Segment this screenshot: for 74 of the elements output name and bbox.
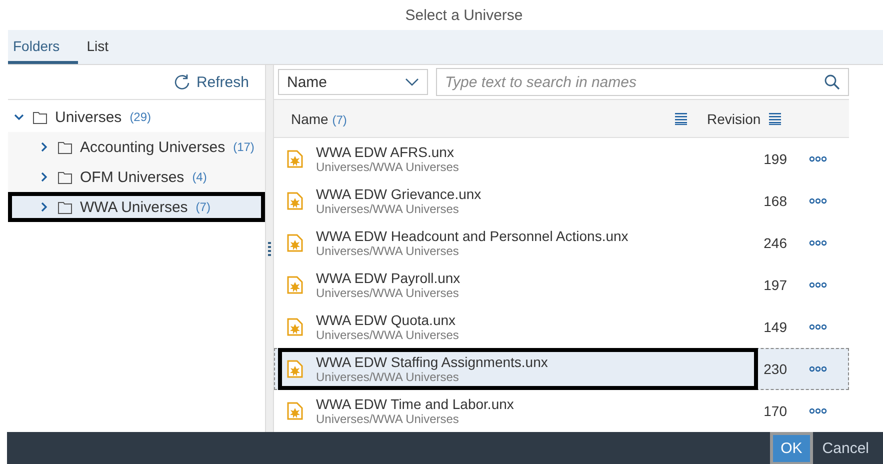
item-count: (4) [192,170,207,184]
tree-item[interactable]: Universes (29) [8,102,265,132]
revision-cell-text: 199 [762,151,787,167]
more-icon[interactable] [809,156,827,162]
folder-label: Universes [55,108,122,126]
revision-cell-text: 170 [762,403,787,419]
more-icon[interactable] [809,282,827,288]
universe-name: WWA EDW AFRS.unx [316,144,455,160]
tab[interactable]: Folders [8,30,78,64]
refresh-button[interactable]: Refresh [168,72,255,92]
chevron-down-icon [405,77,419,87]
universe-name: WWA EDW Quota.unx [316,312,457,328]
table-row[interactable]: WWA EDW Time and Labor.unx Universes/WWA Universes 170 [274,390,849,432]
folder-icon [58,200,72,214]
universe-file-icon [287,318,303,336]
search-icon[interactable] [824,74,840,90]
folder-icon [33,110,47,124]
universe-name: WWA EDW Staffing Assignments.unx [316,354,549,370]
table-row[interactable]: WWA EDW Staffing Assignments.unx Universes/WWA Universes 230 [274,348,849,390]
revision-cell-text: 246 [762,235,787,251]
splitter-handle-icon[interactable] [268,240,271,256]
revision-cell-text: 168 [762,193,787,209]
universe-name: WWA EDW Time and Labor.unx [316,396,515,412]
universe-file-icon [287,360,303,378]
universe-name: WWA EDW Grievance.unx [316,186,482,202]
column-header[interactable]: Revision [707,110,761,126]
folder-icon [58,170,72,184]
folder-label: WWA Universes [80,198,188,216]
universe-path: Universes/WWA Universes [316,370,460,384]
universe-path: Universes/WWA Universes [316,286,460,300]
tree-item[interactable]: Accounting Universes (17) [8,132,265,162]
universe-path: Universes/WWA Universes [316,160,460,174]
universe-path: Universes/WWA Universes [316,412,460,426]
universe-file-icon [287,192,303,210]
universe-path: Universes/WWA Universes [316,202,460,216]
ok-button[interactable]: OK [772,434,810,462]
table-row[interactable]: WWA EDW Headcount and Personnel Actions.unx Universes/WWA Universes 246 [274,222,849,264]
table-row[interactable]: WWA EDW Grievance.unx Universes/WWA Universes 168 [274,180,849,222]
folder-label: Accounting Universes [80,138,226,156]
universe-path: Universes/WWA Universes [316,328,460,342]
tree-item[interactable]: WWA Universes (7) [8,192,265,222]
universe-path: Universes/WWA Universes [316,244,460,258]
cancel-button[interactable]: Cancel [814,434,877,462]
table-row[interactable]: WWA EDW AFRS.unx Universes/WWA Universes 199 [274,138,849,180]
more-icon[interactable] [809,324,827,330]
sort-icon[interactable] [675,112,687,125]
revision-cell-text: 197 [762,277,787,293]
revision-cell-text: 149 [762,319,787,335]
refresh-icon [174,74,190,90]
universe-file-icon [287,234,303,252]
more-icon[interactable] [809,240,827,246]
dialog-title: Select a Universe [405,6,523,24]
item-count: (17) [233,140,254,154]
column-header[interactable]: Name (7) [291,110,347,126]
universe-file-icon [287,276,303,294]
more-icon[interactable] [809,366,827,372]
folder-label: OFM Universes [80,168,184,186]
sort-dropdown[interactable]: Name [278,69,428,95]
search-field[interactable]: Type text to search in names [436,68,849,96]
item-count: (29) [130,110,152,124]
revision-cell-text: 230 [762,361,787,377]
folder-icon [58,140,72,154]
item-count: (7) [196,200,210,214]
universe-file-icon [287,150,303,168]
more-icon[interactable] [809,408,827,414]
table-row[interactable]: WWA EDW Quota.unx Universes/WWA Universes 149 [274,306,849,348]
universe-name: WWA EDW Headcount and Personnel Actions.unx [316,228,630,244]
more-icon[interactable] [809,198,827,204]
universe-name: WWA EDW Payroll.unx [316,270,462,286]
tab[interactable]: List [82,30,126,64]
sort-icon[interactable] [768,112,781,125]
tree-item[interactable]: OFM Universes (4) [8,162,265,192]
universe-file-icon [287,402,303,420]
table-row[interactable]: WWA EDW Payroll.unx Universes/WWA Universes 197 [274,264,849,306]
